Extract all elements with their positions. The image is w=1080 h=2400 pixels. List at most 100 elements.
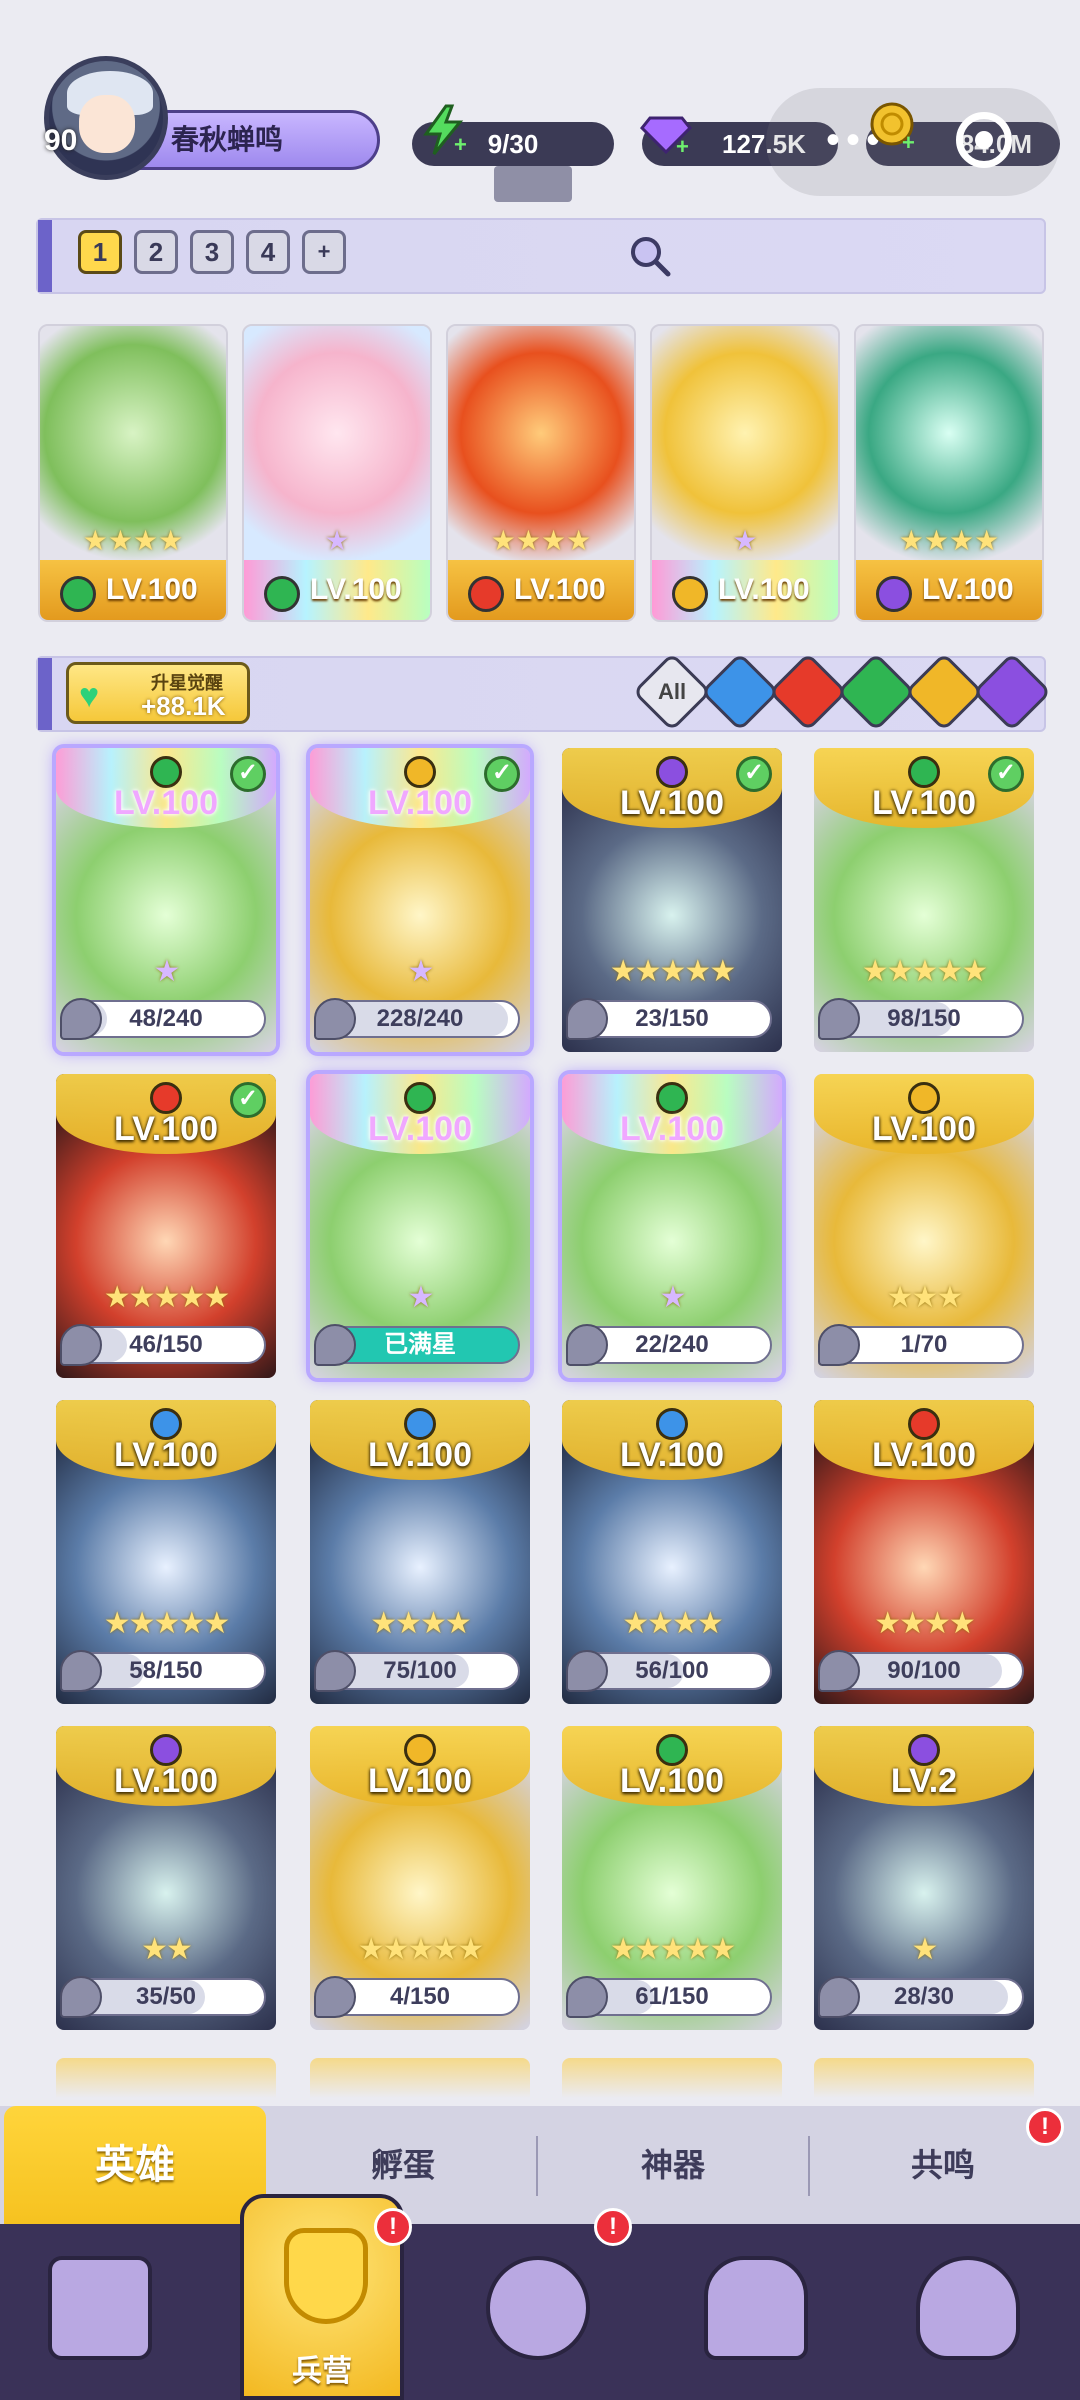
hero-card[interactable]: ✓ LV.100 ★★★★★ 46/150 bbox=[56, 1074, 276, 1378]
hero-card[interactable]: ✓ LV.100 ★★★★★ 98/150 bbox=[814, 748, 1034, 1052]
hero-stars: ★★★★ bbox=[898, 525, 1000, 556]
hero-card[interactable]: LV.100 ★ 已满星 bbox=[310, 1074, 530, 1378]
hero-stars: ★★★★ bbox=[622, 1607, 724, 1640]
player-name: 春秋蝉鸣 bbox=[171, 124, 284, 155]
shard-icon bbox=[60, 1976, 102, 2018]
hero-level: LV.100 bbox=[368, 1762, 472, 1800]
svg-text:+: + bbox=[454, 132, 467, 156]
tab-artifacts[interactable]: 神器 bbox=[538, 2106, 808, 2224]
barracks-label: 兵营 bbox=[292, 2355, 352, 2388]
cards-icon[interactable] bbox=[48, 2256, 152, 2360]
energy-value: 9/30 bbox=[487, 129, 539, 159]
hero-level: LV.100 bbox=[368, 1436, 472, 1474]
gold-element-icon bbox=[672, 576, 708, 612]
player-avatar[interactable] bbox=[44, 56, 168, 180]
green-element-icon bbox=[264, 576, 300, 612]
hero-card[interactable]: LV.100 ★★★★ 75/100 bbox=[310, 1400, 530, 1704]
hero-stars: ★ bbox=[659, 1281, 687, 1314]
shard-icon bbox=[566, 998, 608, 1040]
hero-stars: ★★★★ bbox=[490, 525, 592, 556]
hero-level: LV.2 bbox=[890, 1762, 958, 1800]
search-icon[interactable] bbox=[628, 234, 672, 278]
hero-card[interactable]: LV.100 ★★★ 1/70 bbox=[814, 1074, 1034, 1378]
featured-hero-2[interactable]: ★ LV.100 bbox=[242, 324, 432, 622]
temple-icon[interactable] bbox=[704, 2256, 808, 2360]
featured-hero-4[interactable]: ★ LV.100 bbox=[650, 324, 840, 622]
mushroom-house-icon[interactable] bbox=[916, 2256, 1020, 2360]
hero-shard-progress: 61/150 bbox=[566, 1976, 772, 2018]
hero-shard-progress: 1/70 bbox=[818, 1324, 1024, 1366]
hero-level: LV.100 bbox=[872, 1436, 976, 1474]
heart-icon: ♥ bbox=[79, 677, 100, 715]
hero-shard-progress: 228/240 bbox=[314, 998, 520, 1040]
star-awaken-button[interactable]: ♥ 升星觉醒 +88.1K bbox=[66, 662, 250, 724]
shard-icon bbox=[566, 1976, 608, 2018]
purple-element-icon bbox=[876, 576, 912, 612]
hero-card[interactable]: LV.100 ★★★★★ 61/150 bbox=[562, 1726, 782, 2030]
energy-bolt-icon: + bbox=[423, 104, 467, 156]
hero-card[interactable]: ✓ LV.100 ★ 48/240 bbox=[56, 748, 276, 1052]
hero-card-partial bbox=[310, 2058, 530, 2098]
shard-icon bbox=[60, 1324, 102, 1366]
hero-card[interactable]: LV.100 ★★★★★ 4/150 bbox=[310, 1726, 530, 2030]
shard-icon bbox=[314, 1324, 356, 1366]
team-tab-add[interactable]: + bbox=[302, 230, 346, 274]
hero-card-partial bbox=[814, 2058, 1034, 2098]
team-tab-2[interactable]: 2 bbox=[134, 230, 178, 274]
hero-level: LV.100 bbox=[872, 784, 976, 822]
hero-stars: ★★★★ bbox=[874, 1607, 976, 1640]
tab-heroes[interactable]: 英雄 bbox=[4, 2106, 266, 2224]
featured-hero-5[interactable]: ★★★★ LV.100 bbox=[854, 324, 1044, 622]
hero-card[interactable]: LV.2 ★ 28/30 bbox=[814, 1726, 1034, 2030]
hero-card[interactable]: LV.100 ★★★★ 56/100 bbox=[562, 1400, 782, 1704]
shard-icon bbox=[566, 1650, 608, 1692]
hero-card-partial bbox=[56, 2058, 276, 2098]
resonance-alert-badge: ! bbox=[1026, 2108, 1064, 2146]
coin-icon: + bbox=[870, 102, 915, 152]
hero-stars: ★★★★★ bbox=[357, 1933, 484, 1966]
hero-shard-progress: 23/150 bbox=[566, 998, 772, 1040]
hero-card[interactable]: ✓ LV.100 ★★★★★ 23/150 bbox=[562, 748, 782, 1052]
hero-stars: ★★★★ bbox=[370, 1607, 472, 1640]
barracks-shield-icon bbox=[284, 2228, 368, 2324]
hero-shard-progress: 4/150 bbox=[314, 1976, 520, 2018]
hero-card[interactable]: LV.100 ★★★★ 90/100 bbox=[814, 1400, 1034, 1704]
hero-level: LV.100 bbox=[114, 784, 218, 822]
team-bar bbox=[36, 218, 1046, 294]
hero-card[interactable]: LV.100 ★★ 35/50 bbox=[56, 1726, 276, 2030]
awaken-value: +88.1K bbox=[141, 691, 226, 721]
hero-shard-progress: 56/100 bbox=[566, 1650, 772, 1692]
hero-level: LV.100 bbox=[872, 1110, 976, 1148]
svg-text:+: + bbox=[902, 130, 915, 152]
hero-stars: ★ bbox=[911, 1933, 939, 1966]
hero-shard-progress: 35/50 bbox=[60, 1976, 266, 2018]
hero-card[interactable]: ✓ LV.100 ★ 228/240 bbox=[310, 748, 530, 1052]
hero-stars: ★★★ bbox=[886, 1281, 964, 1314]
player-level: 90 bbox=[44, 124, 78, 157]
hero-shard-progress: 48/240 bbox=[60, 998, 266, 1040]
map-book-icon[interactable] bbox=[486, 2256, 590, 2360]
close-target-icon[interactable] bbox=[956, 112, 1012, 168]
hero-shard-progress: 已满星 bbox=[314, 1324, 520, 1366]
hero-card[interactable]: LV.100 ★ 22/240 bbox=[562, 1074, 782, 1378]
hero-stars: ★ bbox=[324, 525, 350, 556]
shard-icon bbox=[818, 1976, 860, 2018]
team-tab-1[interactable]: 1 bbox=[78, 230, 122, 274]
hero-level: LV.100 bbox=[114, 1436, 218, 1474]
team-tab-3[interactable]: 3 bbox=[190, 230, 234, 274]
hero-level: LV.100 bbox=[368, 1110, 472, 1148]
hero-level: LV.100 bbox=[620, 1762, 724, 1800]
hero-card[interactable]: LV.100 ★★★★★ 58/150 bbox=[56, 1400, 276, 1704]
shard-icon bbox=[566, 1324, 608, 1366]
hero-level: LV.100 bbox=[620, 784, 724, 822]
hero-level: LV.100 bbox=[718, 573, 810, 606]
featured-hero-1[interactable]: ★★★★ LV.100 bbox=[38, 324, 228, 622]
shard-icon bbox=[818, 998, 860, 1040]
green-element-icon bbox=[60, 576, 96, 612]
featured-hero-3[interactable]: ★★★★ LV.100 bbox=[446, 324, 636, 622]
team-tab-4[interactable]: 4 bbox=[246, 230, 290, 274]
hero-level: LV.100 bbox=[922, 573, 1014, 606]
hero-level: LV.100 bbox=[620, 1436, 724, 1474]
hero-shard-progress: 46/150 bbox=[60, 1324, 266, 1366]
hero-stars: ★★★★★ bbox=[861, 955, 988, 988]
